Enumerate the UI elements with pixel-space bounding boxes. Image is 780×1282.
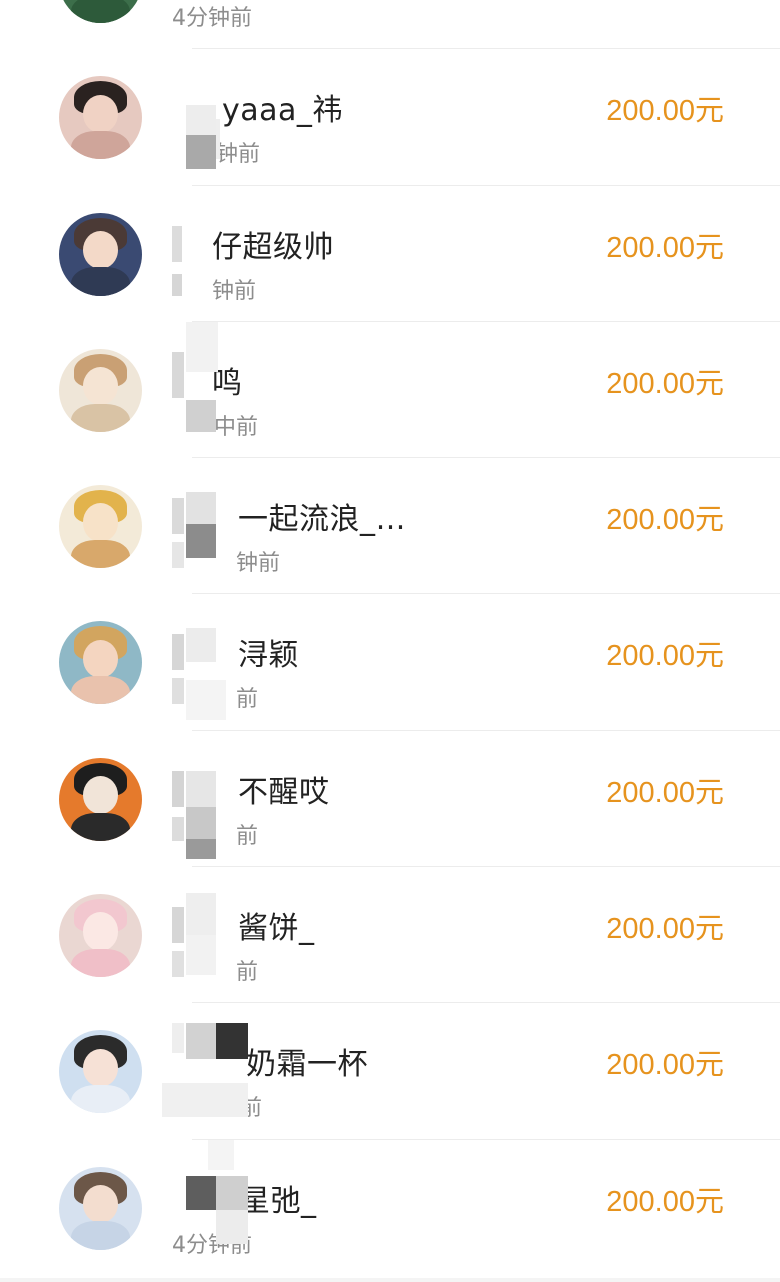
reward-amount: 200.00元 (606, 1185, 724, 1218)
reward-amount: 200.00元 (606, 1049, 724, 1082)
reward-list: 4分钟前 yaaa_祎 钟前 200.00元 仔超级帅 钟前 200.00元 鸣… (0, 0, 780, 1276)
reward-amount: 200.00元 (606, 913, 724, 946)
reward-amount: 200.00元 (606, 776, 724, 809)
timestamp: 4分钟前 (172, 1232, 252, 1258)
user-name: 浔颖 (238, 638, 299, 674)
avatar[interactable] (59, 894, 142, 978)
user-name: 酱饼_ (238, 911, 315, 947)
user-name: 一起流浪_… (238, 502, 406, 538)
reward-amount: 200.00元 (606, 504, 724, 537)
user-name: 鸣 (212, 365, 243, 401)
list-item[interactable]: 4分钟前 (0, 0, 780, 50)
user-name: 奶霜一杯 (246, 1047, 368, 1083)
timestamp: 钟前 (216, 142, 261, 168)
reward-amount: 200.00元 (606, 367, 724, 400)
timestamp: 钟前 (236, 551, 281, 577)
list-item[interactable]: 酱饼_ 前 200.00元 (0, 867, 780, 1004)
user-name: 仔超级帅 (212, 229, 334, 265)
list-item[interactable]: 仔超级帅 钟前 200.00元 (0, 186, 780, 322)
avatar[interactable] (59, 485, 142, 569)
list-item[interactable]: 奶霜一杯 前 200.00元 (0, 1003, 780, 1140)
list-item[interactable]: 浔颖 前 200.00元 (0, 594, 780, 731)
timestamp: 钟前 (212, 278, 257, 304)
avatar[interactable] (59, 212, 142, 296)
timestamp: 中前 (214, 414, 259, 440)
timestamp: 前 (236, 960, 259, 986)
avatar[interactable] (59, 348, 142, 432)
list-item[interactable]: yaaa_祎 钟前 200.00元 (0, 49, 780, 186)
timestamp: 前 (240, 1096, 263, 1122)
reward-amount: 200.00元 (606, 95, 724, 128)
avatar[interactable] (59, 0, 142, 23)
avatar[interactable] (59, 76, 142, 160)
bottom-edge (0, 1278, 780, 1282)
timestamp: 4分钟前 (172, 6, 252, 31)
timestamp: 前 (236, 687, 259, 713)
list-item[interactable]: 不醒哎 前 200.00元 (0, 731, 780, 868)
timestamp: 前 (236, 823, 259, 849)
list-item[interactable]: 星弛_ 4分钟前 200.00元 (0, 1139, 780, 1276)
avatar[interactable] (59, 1030, 142, 1114)
list-item[interactable]: 一起流浪_… 钟前 200.00元 (0, 458, 780, 595)
avatar[interactable] (59, 1166, 142, 1250)
list-item[interactable]: 鸣 中前 200.00元 (0, 321, 780, 459)
reward-amount: 200.00元 (606, 231, 724, 264)
user-name: yaaa_祎 (222, 93, 343, 129)
user-name: 不醒哎 (238, 774, 330, 810)
avatar[interactable] (59, 757, 142, 841)
avatar[interactable] (59, 621, 142, 705)
user-name: 星弛_ (240, 1183, 317, 1219)
reward-amount: 200.00元 (606, 640, 724, 673)
